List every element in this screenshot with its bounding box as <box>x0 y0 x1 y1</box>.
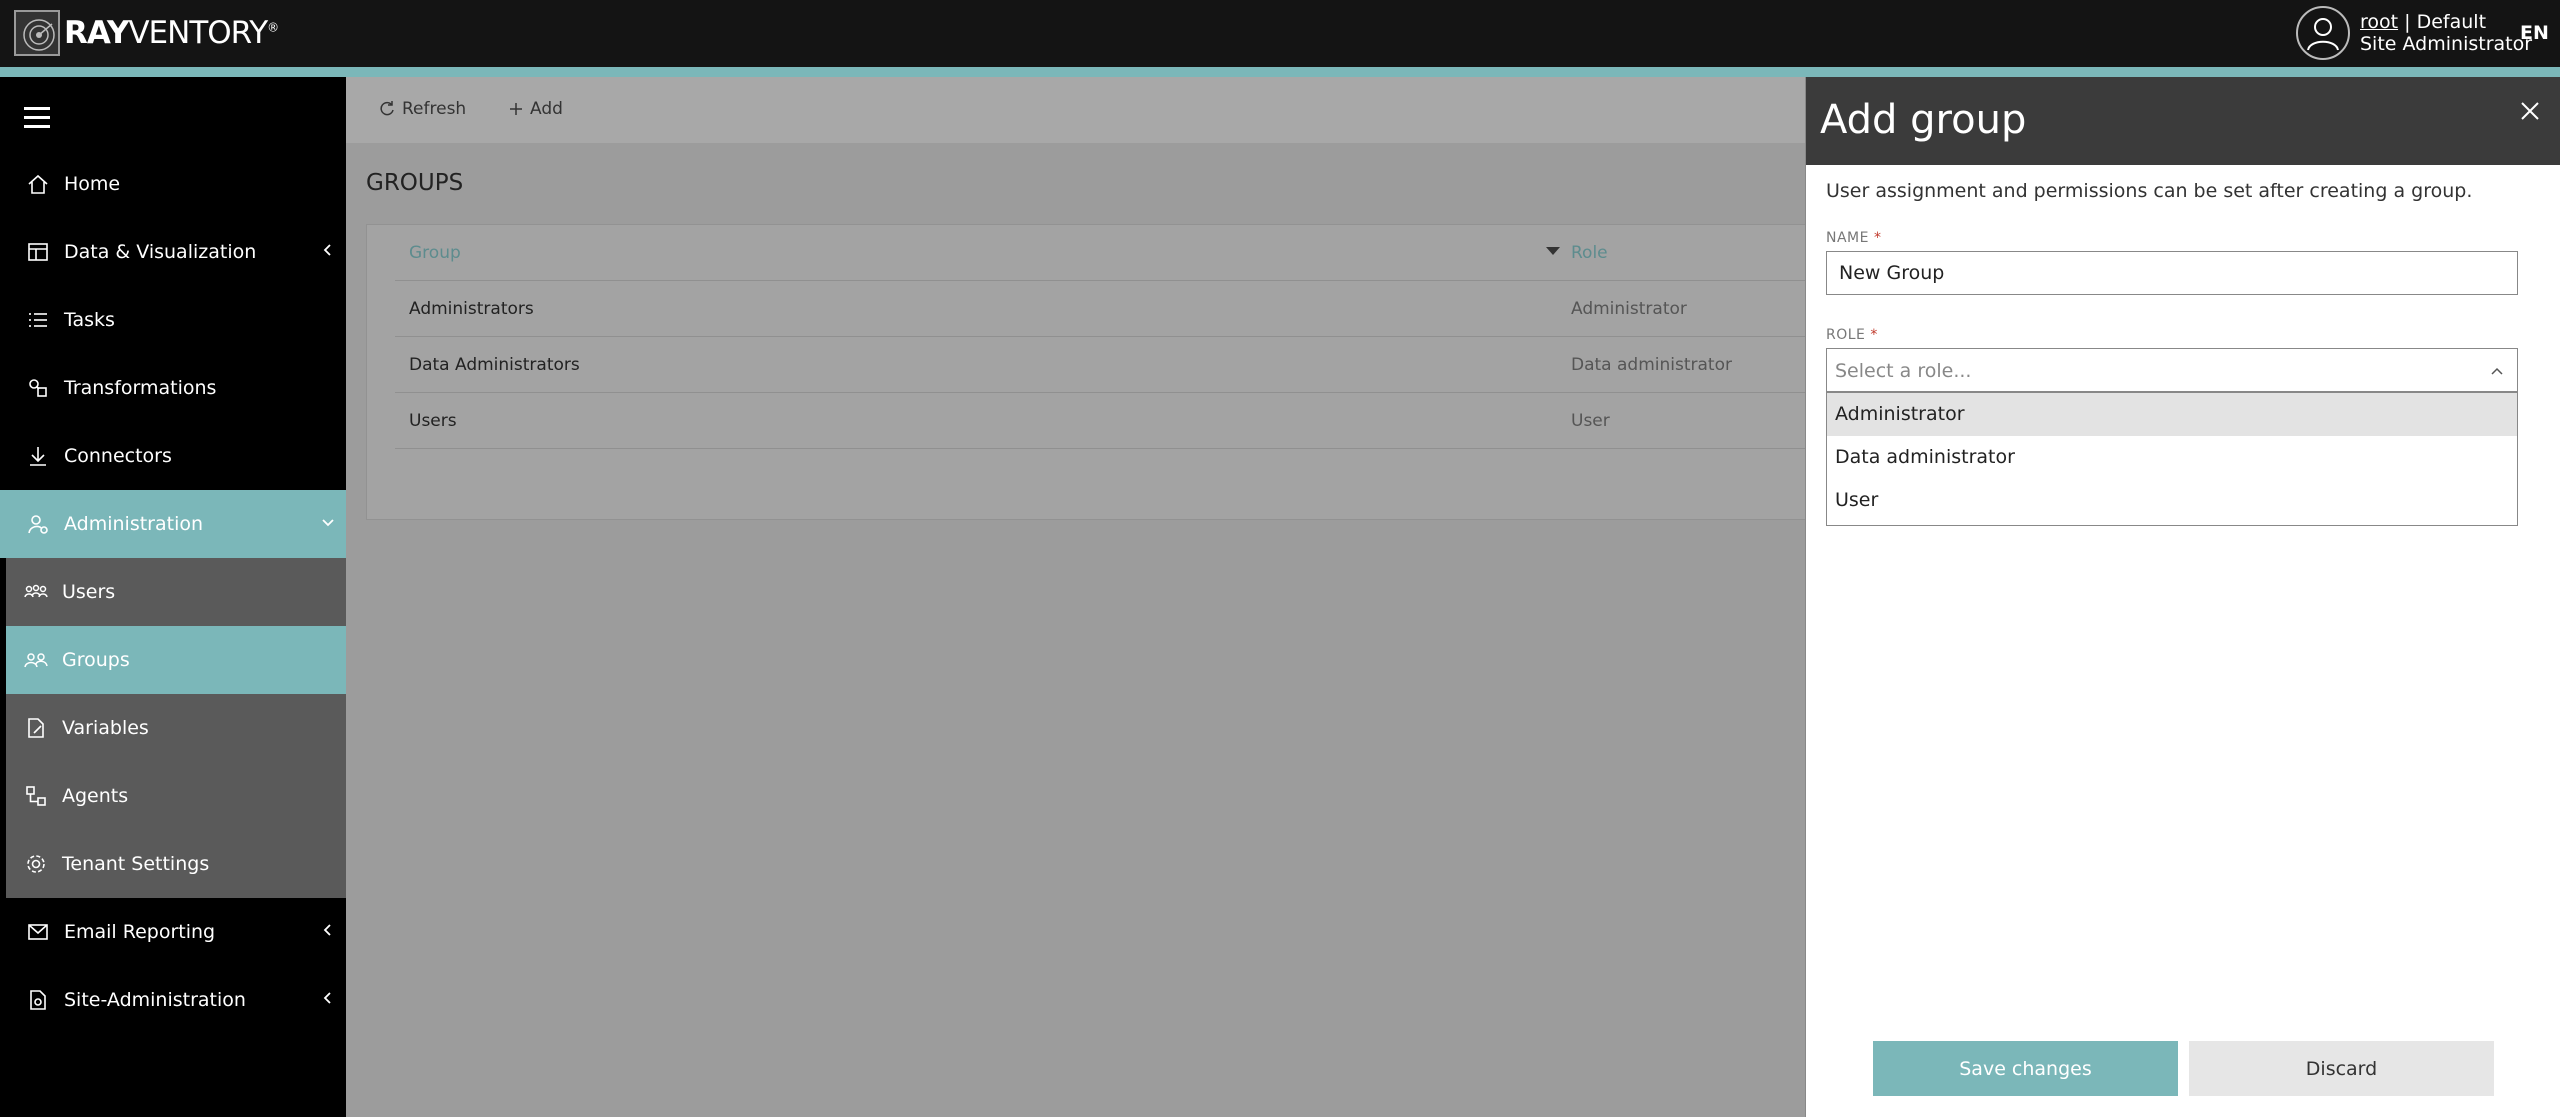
toolbar: Refresh Add <box>346 77 1806 143</box>
gear-icon <box>24 852 48 876</box>
role-dropdown-list: Administrator Data administrator User <box>1826 392 2518 526</box>
column-header-role[interactable]: Role <box>1571 243 1608 263</box>
role-label: ROLE * <box>1826 327 1878 343</box>
role-select[interactable]: Select a role... <box>1826 348 2518 392</box>
users-icon <box>24 580 48 604</box>
drawer-info-text: User assignment and permissions can be s… <box>1826 180 2473 202</box>
sidebar-item-label: Transformations <box>64 377 217 399</box>
sidebar-item-label: Agents <box>62 785 129 807</box>
chevron-left-icon <box>323 924 331 936</box>
logo-text: RAYVENTORY® <box>64 15 279 51</box>
home-icon <box>26 172 50 196</box>
accent-bar <box>0 67 2560 77</box>
sidebar-item-tenant-settings[interactable]: Tenant Settings <box>6 830 346 898</box>
groups-table: Group Role Administrators Administrator … <box>366 224 1807 520</box>
sidebar-item-connectors[interactable]: Connectors <box>0 422 346 490</box>
hamburger-menu-icon[interactable] <box>24 107 54 128</box>
user-name-link[interactable]: root <box>2360 11 2398 33</box>
role-select-placeholder: Select a role... <box>1835 360 1972 382</box>
chevron-left-icon <box>323 244 331 256</box>
drawer-title: Add group <box>1820 97 2027 143</box>
sidebar-item-label: Data & Visualization <box>64 241 257 263</box>
sidebar-item-label: Tenant Settings <box>62 853 210 875</box>
table-row[interactable]: Administrators Administrator <box>395 281 1807 337</box>
logo-mark-icon <box>14 10 60 56</box>
chevron-left-icon <box>323 992 331 1004</box>
sidebar-item-tasks[interactable]: Tasks <box>0 286 346 354</box>
role-option-user[interactable]: User <box>1827 479 2517 522</box>
sidebar-item-label: Home <box>64 173 121 195</box>
agents-icon <box>24 784 48 808</box>
tasks-icon <box>26 308 50 332</box>
user-avatar-icon[interactable] <box>2296 6 2350 60</box>
dashboard-icon <box>26 240 50 264</box>
role-option-data-administrator[interactable]: Data administrator <box>1827 436 2517 479</box>
add-group-drawer: Add group User assignment and permission… <box>1805 77 2560 1117</box>
close-icon[interactable] <box>2516 97 2544 125</box>
sidebar-item-email-reporting[interactable]: Email Reporting <box>0 898 346 966</box>
sidebar-item-transformations[interactable]: Transformations <box>0 354 346 422</box>
sidebar-item-home[interactable]: Home <box>0 150 346 218</box>
role-option-administrator[interactable]: Administrator <box>1827 393 2517 436</box>
transformations-icon <box>26 376 50 400</box>
sidebar-item-label: Site-Administration <box>64 989 246 1011</box>
top-bar: RAYVENTORY® root | Default Site Administ… <box>0 0 2560 67</box>
user-role: Site Administrator <box>2360 33 2533 55</box>
table-row[interactable]: Data Administrators Data administrator <box>395 337 1807 393</box>
logo[interactable]: RAYVENTORY® <box>14 10 279 56</box>
user-info: root | Default Site Administrator <box>2360 11 2533 55</box>
sidebar-item-label: Tasks <box>64 309 115 331</box>
refresh-icon <box>380 101 394 116</box>
name-label: NAME * <box>1826 230 1882 246</box>
table-row[interactable]: Users User <box>395 393 1807 449</box>
sidebar-item-site-administration[interactable]: Site-Administration <box>0 966 346 1034</box>
sidebar: Home Data & Visualization Tasks Transfor… <box>0 77 346 1117</box>
add-button[interactable]: Add <box>508 99 563 119</box>
page-title: GROUPS <box>366 170 464 196</box>
refresh-button[interactable]: Refresh <box>378 99 466 119</box>
column-header-group[interactable]: Group <box>409 243 461 263</box>
sidebar-item-label: Connectors <box>64 445 172 467</box>
chevron-down-icon <box>322 519 334 527</box>
sidebar-item-data-visualization[interactable]: Data & Visualization <box>0 218 346 286</box>
sidebar-item-variables[interactable]: Variables <box>6 694 346 762</box>
chevron-up-icon <box>2491 367 2503 375</box>
sidebar-item-label: Groups <box>62 649 130 671</box>
sidebar-item-agents[interactable]: Agents <box>6 762 346 830</box>
sidebar-item-administration[interactable]: Administration <box>0 490 346 558</box>
sidebar-item-groups[interactable]: Groups <box>6 626 346 694</box>
language-switcher[interactable]: EN <box>2520 22 2549 44</box>
tenant-name: Default <box>2416 11 2487 33</box>
user-menu[interactable]: root | Default Site Administrator <box>2296 6 2532 60</box>
user-settings-icon <box>26 512 50 536</box>
table-header: Group Role <box>395 225 1807 281</box>
variables-icon <box>24 716 48 740</box>
plus-icon <box>510 103 522 115</box>
name-input[interactable] <box>1826 251 2518 295</box>
save-changes-button[interactable]: Save changes <box>1873 1041 2178 1096</box>
sidebar-item-label: Administration <box>64 513 204 535</box>
sidebar-item-label: Users <box>62 581 116 603</box>
sidebar-item-label: Email Reporting <box>64 921 216 943</box>
sidebar-item-label: Variables <box>62 717 149 739</box>
sidebar-item-users[interactable]: Users <box>6 558 346 626</box>
groups-icon <box>24 648 48 672</box>
download-icon <box>26 444 50 468</box>
email-icon <box>26 920 50 944</box>
filter-icon[interactable] <box>1545 245 1561 259</box>
discard-button[interactable]: Discard <box>2189 1041 2494 1096</box>
drawer-header: Add group <box>1806 77 2560 165</box>
site-admin-icon <box>26 988 50 1012</box>
